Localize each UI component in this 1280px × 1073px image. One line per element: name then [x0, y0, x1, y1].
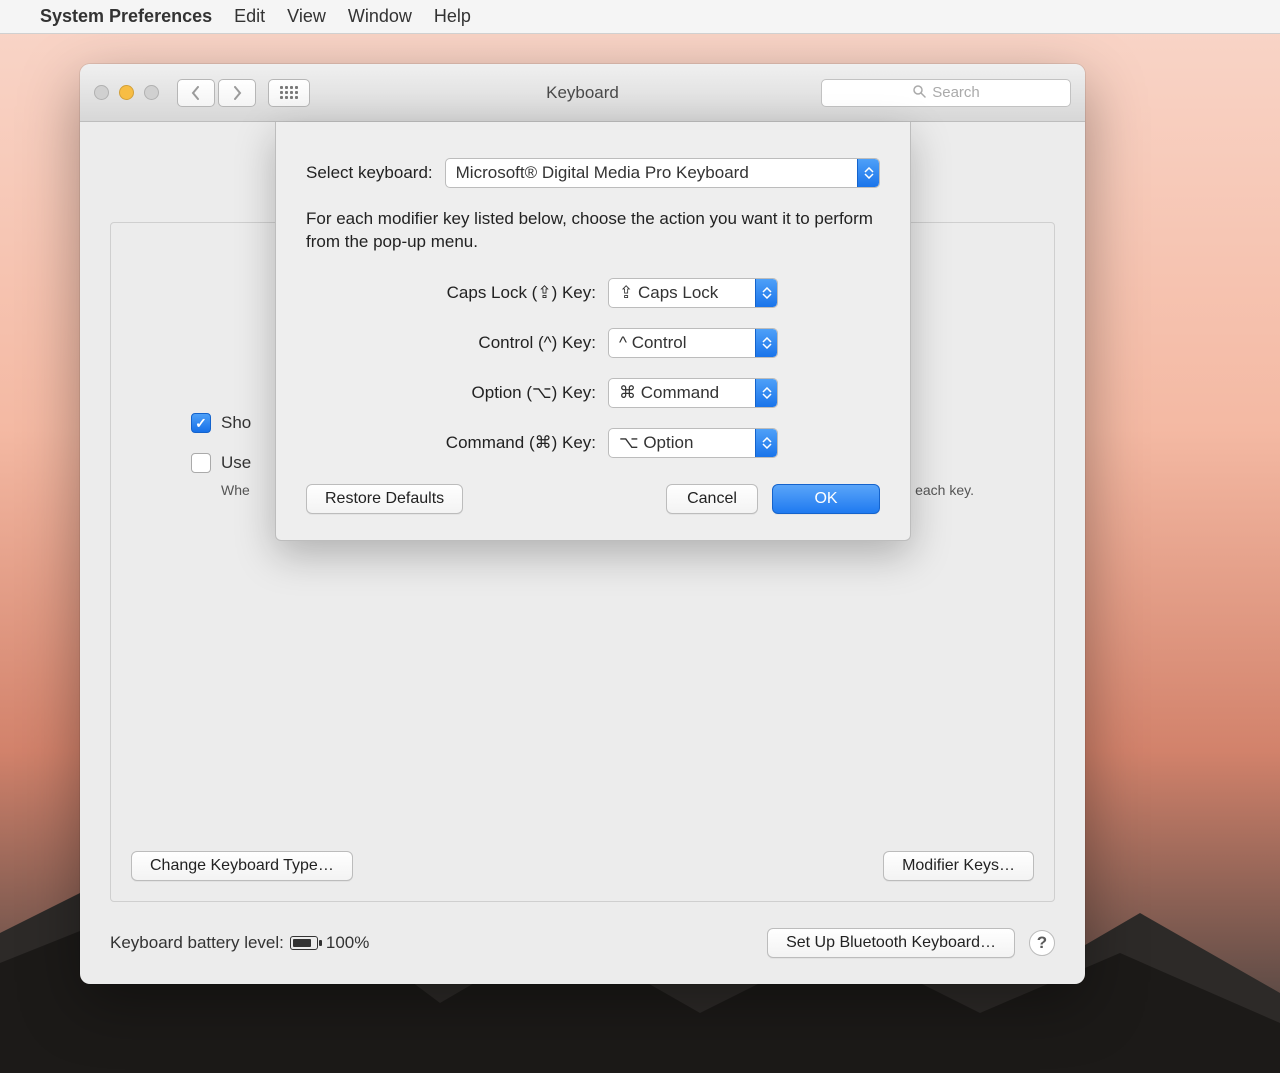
titlebar: Keyboard Search	[80, 64, 1085, 122]
menu-app-name[interactable]: System Preferences	[40, 6, 212, 27]
show-viewers-row: ✓ Sho	[191, 413, 251, 433]
menubar: System Preferences Edit View Window Help	[0, 0, 1280, 34]
capslock-value: ⇪ Caps Lock	[619, 283, 718, 303]
battery-icon	[290, 936, 318, 950]
popup-stepper-icon	[755, 379, 777, 407]
prefs-window: Keyboard Search ✓ Sho Use Whe n each k	[80, 64, 1085, 984]
modifier-keys-button[interactable]: Modifier Keys…	[883, 851, 1034, 881]
battery-percent: 100%	[326, 933, 369, 953]
show-viewers-label: Sho	[221, 413, 251, 433]
back-button[interactable]	[177, 79, 215, 107]
menu-view[interactable]: View	[287, 6, 326, 27]
capslock-label: Caps Lock (⇪) Key:	[346, 283, 596, 303]
use-fkeys-checkbox[interactable]	[191, 453, 211, 473]
option-popup[interactable]: ⌘ Command	[608, 378, 778, 408]
command-label: Command (⌘) Key:	[346, 433, 596, 453]
command-popup[interactable]: ⌥ Option	[608, 428, 778, 458]
capslock-row: Caps Lock (⇪) Key: ⇪ Caps Lock	[346, 278, 880, 308]
select-keyboard-label: Select keyboard:	[306, 163, 433, 183]
option-label: Option (⌥) Key:	[346, 383, 596, 403]
control-label: Control (^) Key:	[346, 333, 596, 353]
menu-window[interactable]: Window	[348, 6, 412, 27]
help-button[interactable]: ?	[1029, 930, 1055, 956]
control-popup[interactable]: ^ Control	[608, 328, 778, 358]
menu-edit[interactable]: Edit	[234, 6, 265, 27]
ok-button[interactable]: OK	[772, 484, 880, 514]
show-viewers-checkbox[interactable]: ✓	[191, 413, 211, 433]
traffic-lights	[94, 85, 159, 100]
option-value: ⌘ Command	[619, 383, 719, 403]
search-placeholder: Search	[932, 84, 980, 101]
nav-buttons	[177, 79, 256, 107]
fkeys-hint-right: n each key.	[903, 482, 974, 498]
menu-help[interactable]: Help	[434, 6, 471, 27]
popup-stepper-icon	[755, 329, 777, 357]
panel-bottom-row: Change Keyboard Type… Modifier Keys…	[131, 851, 1034, 881]
capslock-popup[interactable]: ⇪ Caps Lock	[608, 278, 778, 308]
control-value: ^ Control	[619, 333, 687, 353]
command-value: ⌥ Option	[619, 433, 693, 453]
popup-stepper-icon	[755, 429, 777, 457]
forward-button[interactable]	[218, 79, 256, 107]
change-keyboard-type-button[interactable]: Change Keyboard Type…	[131, 851, 353, 881]
show-all-button[interactable]	[268, 79, 310, 107]
search-icon	[912, 84, 926, 101]
sheet-actions: Restore Defaults Cancel OK	[306, 484, 880, 514]
battery-label: Keyboard battery level:	[110, 933, 284, 953]
popup-stepper-icon	[857, 159, 879, 187]
chevron-left-icon	[191, 86, 201, 100]
bluetooth-setup-button[interactable]: Set Up Bluetooth Keyboard…	[767, 928, 1015, 958]
desktop: Keyboard Search ✓ Sho Use Whe n each k	[0, 34, 1280, 1073]
option-row: Option (⌥) Key: ⌘ Command	[346, 378, 880, 408]
minimize-window-button[interactable]	[119, 85, 134, 100]
use-fkeys-label: Use	[221, 453, 251, 473]
fkeys-hint-left: Whe	[221, 482, 250, 498]
search-field[interactable]: Search	[821, 79, 1071, 107]
select-keyboard-value: Microsoft® Digital Media Pro Keyboard	[456, 163, 749, 183]
sheet-description: For each modifier key listed below, choo…	[306, 208, 880, 254]
grid-icon	[280, 86, 298, 99]
modifier-keys-sheet: Select keyboard: Microsoft® Digital Medi…	[275, 122, 911, 541]
below-panel-row: Keyboard battery level: 100% Set Up Blue…	[110, 928, 1055, 958]
use-fkeys-row: Use	[191, 453, 251, 473]
key-rows: Caps Lock (⇪) Key: ⇪ Caps Lock Control (…	[346, 278, 880, 458]
control-row: Control (^) Key: ^ Control	[346, 328, 880, 358]
zoom-window-button[interactable]	[144, 85, 159, 100]
select-keyboard-popup[interactable]: Microsoft® Digital Media Pro Keyboard	[445, 158, 880, 188]
cancel-button[interactable]: Cancel	[666, 484, 758, 514]
popup-stepper-icon	[755, 279, 777, 307]
restore-defaults-button[interactable]: Restore Defaults	[306, 484, 463, 514]
chevron-right-icon	[232, 86, 242, 100]
command-row: Command (⌘) Key: ⌥ Option	[346, 428, 880, 458]
close-window-button[interactable]	[94, 85, 109, 100]
